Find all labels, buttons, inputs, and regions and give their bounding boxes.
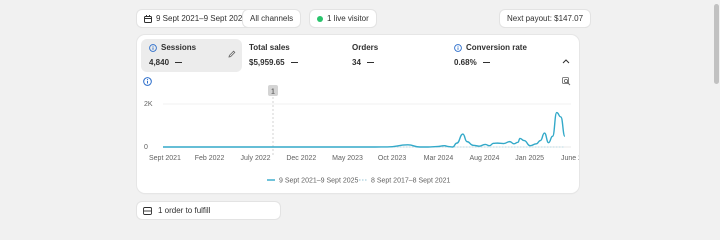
page-scrollbar[interactable] [712, 0, 720, 226]
live-visitors-button[interactable]: 1 live visitor [310, 10, 376, 27]
x-tick-label: Sept 2021 [149, 155, 181, 162]
channels-filter[interactable]: All channels [243, 10, 301, 27]
legend-label: 8 Sept 2017–8 Sept 2021 [371, 178, 451, 185]
x-tick-label: June 2025 [561, 155, 579, 162]
calendar-icon [144, 14, 152, 23]
x-tick-label: Mar 2024 [424, 155, 454, 162]
x-tick-label: Feb 2022 [195, 155, 225, 162]
scrollbar-thumb[interactable] [714, 4, 719, 84]
inbox-icon [143, 206, 152, 215]
x-tick-label: Aug 2024 [469, 155, 499, 162]
x-tick-label: May 2023 [332, 155, 363, 162]
channels-label: All channels [250, 14, 294, 23]
next-payout-button[interactable]: Next payout: $147.07 [500, 10, 591, 27]
annotation-label: 1 [271, 89, 275, 96]
x-tick-label: Oct 2023 [378, 155, 407, 162]
y-tick-label: 0 [144, 144, 148, 151]
x-tick-label: Jan 2025 [515, 155, 544, 162]
date-range-picker[interactable]: 9 Sept 2021–9 Sept 2025 [137, 10, 254, 27]
orders-to-fulfill-button[interactable]: 1 order to fulfill [137, 202, 280, 219]
orders-to-fulfill-label: 1 order to fulfill [158, 206, 211, 215]
legend-label: 9 Sept 2021–9 Sept 2025 [279, 178, 359, 185]
date-range-label: 9 Sept 2021–9 Sept 2025 [156, 14, 247, 23]
sessions-chart: 2K 0 1 Sept 2021 Feb 2022 July 2022 Dec 202… [144, 85, 579, 185]
y-tick-label: 2K [144, 101, 153, 108]
series-line-current [163, 111, 566, 148]
live-dot-icon [317, 15, 323, 22]
analytics-card: Sessions 4,840 Total sales $5,959.65 Ord… [137, 35, 579, 193]
live-visitors-label: 1 live visitor [327, 14, 369, 23]
x-tick-label: July 2022 [241, 155, 271, 162]
chart-legend: 9 Sept 2021–9 Sept 2025 8 Sept 2017–8 Sep… [267, 178, 451, 185]
x-tick-label: Dec 2022 [286, 155, 316, 162]
next-payout-label: Next payout: $147.07 [507, 14, 584, 23]
